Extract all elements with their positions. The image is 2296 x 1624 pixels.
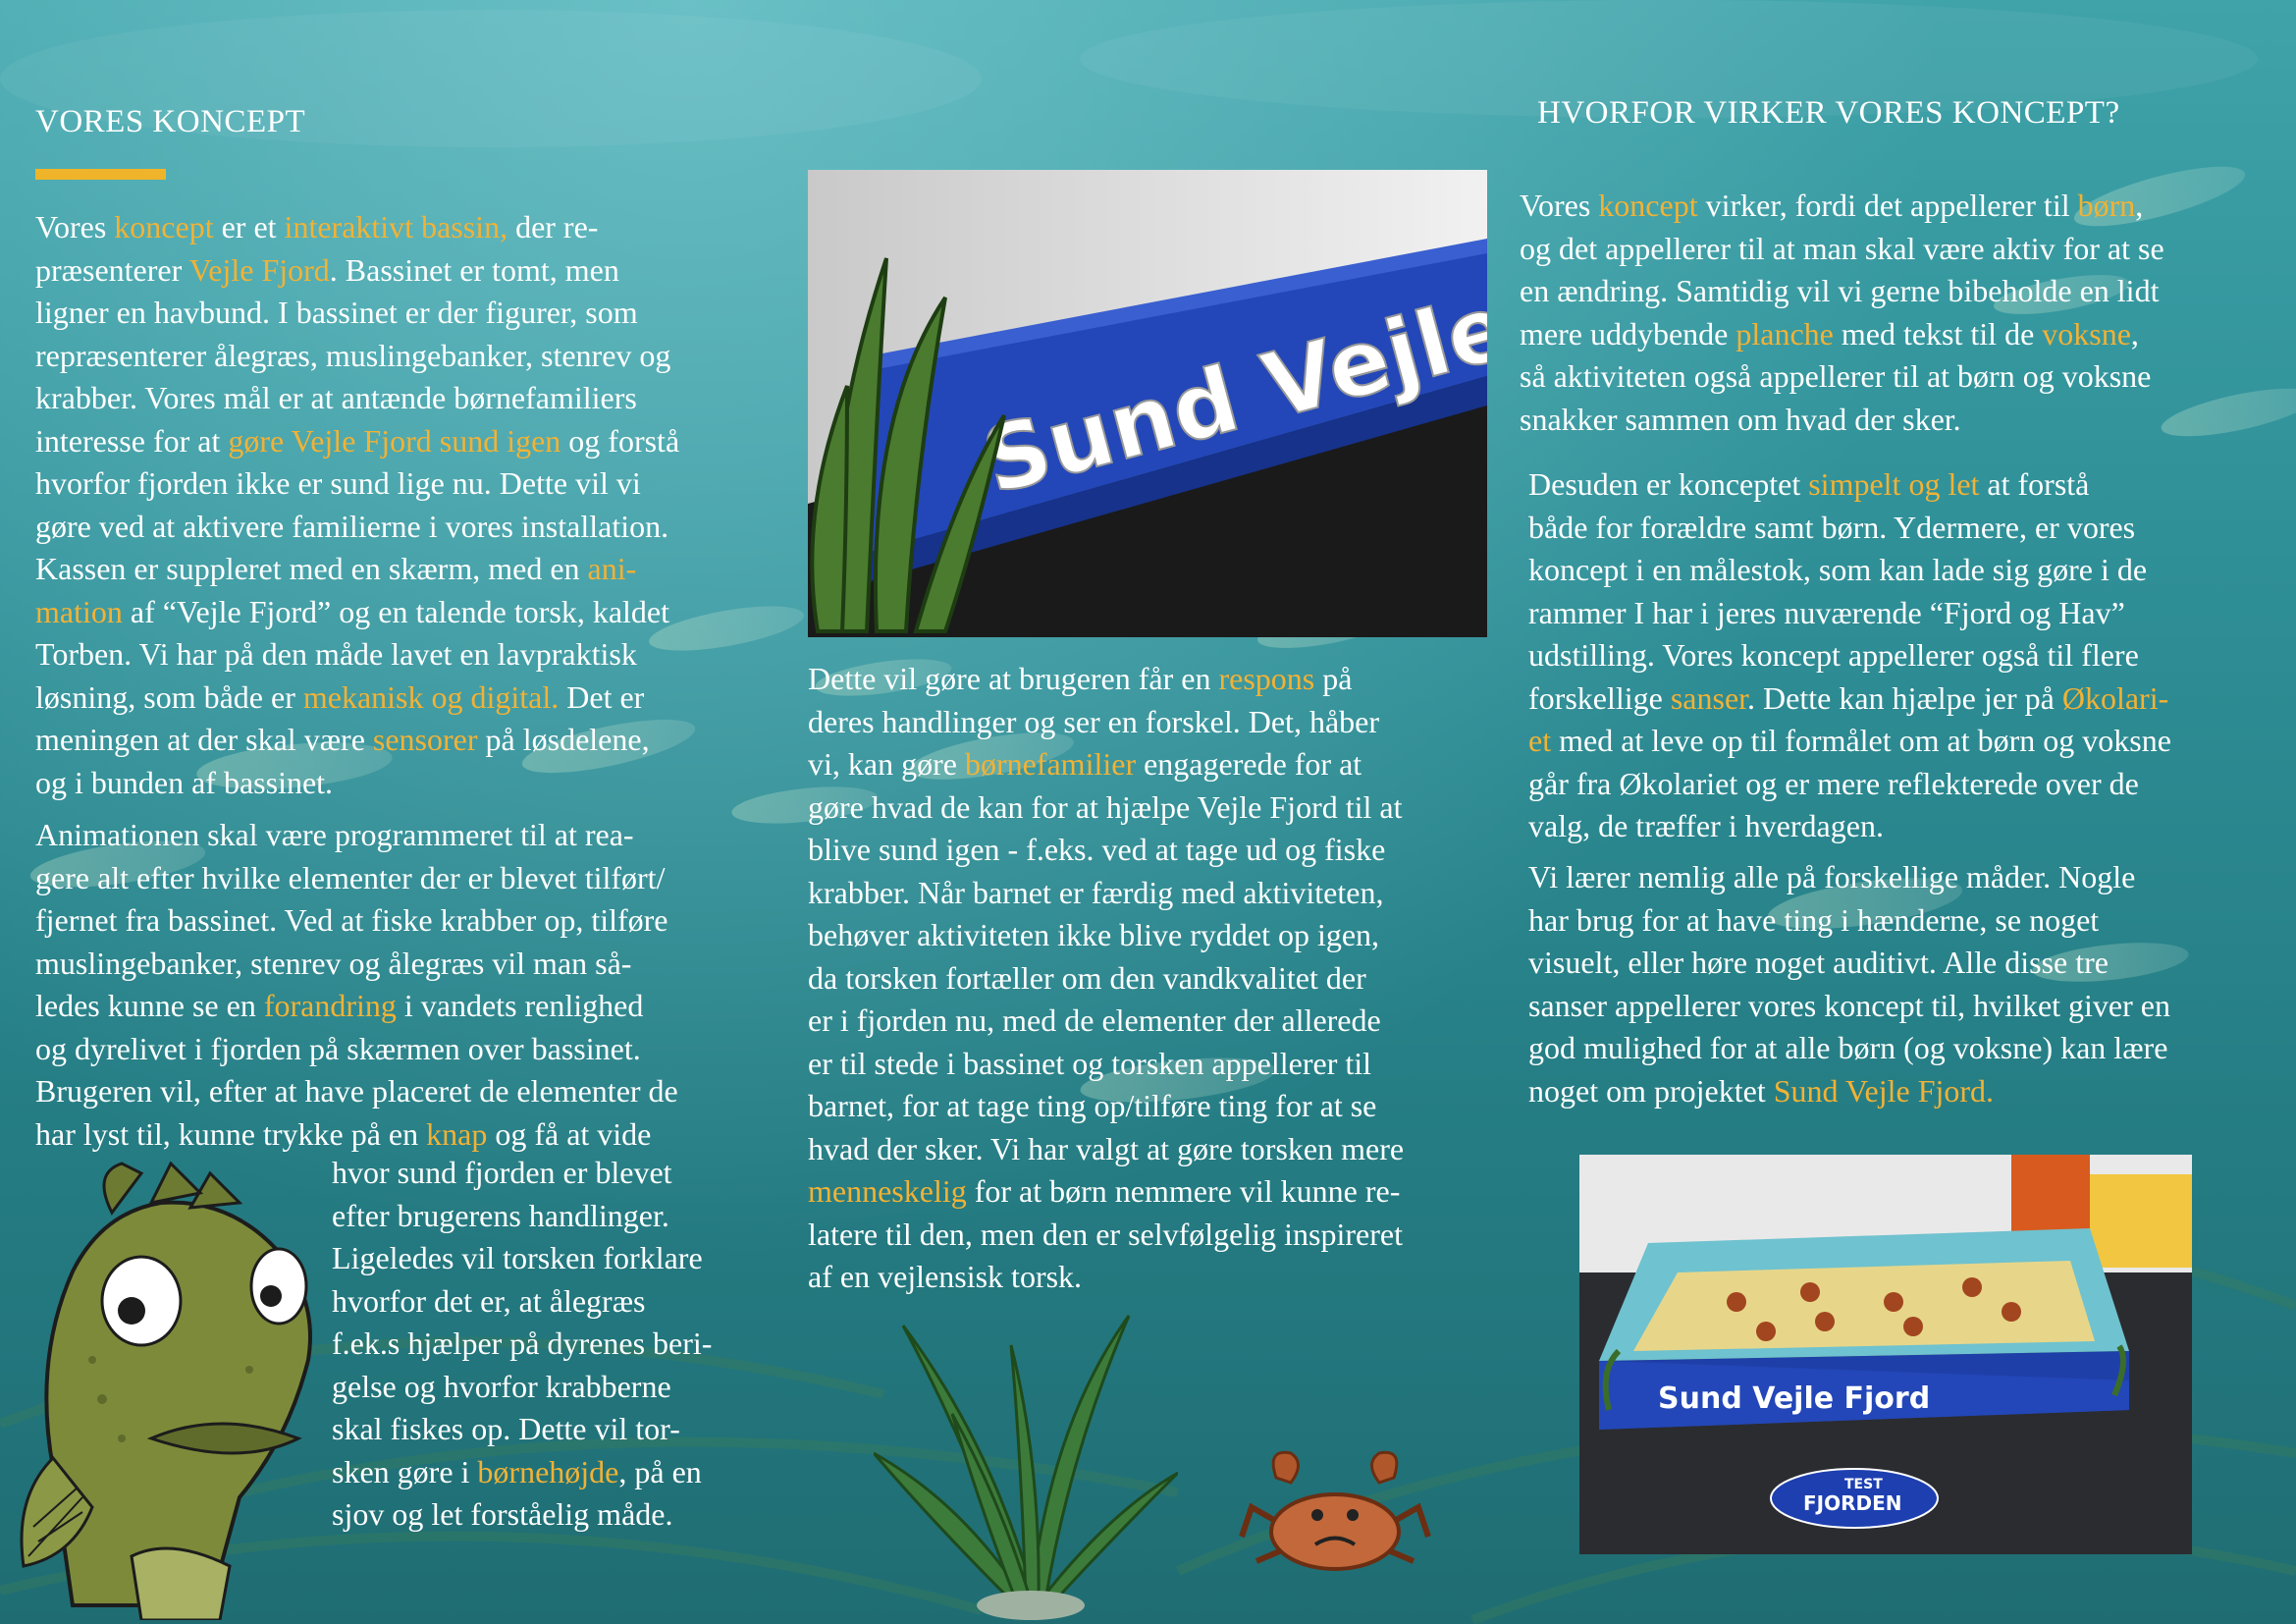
body-text: engagerede for at gøre hvad de kan for a…: [808, 746, 1405, 1166]
highlight-text: menneskelig: [808, 1173, 967, 1209]
body-text: Desuden er konceptet: [1528, 466, 1809, 502]
body-text: Dette vil gøre at brugeren får en: [808, 661, 1219, 696]
body-text: med at leve op til formålet om at børn o…: [1528, 723, 2171, 843]
body-text: er et: [213, 209, 285, 244]
body-text: og få at vide: [487, 1115, 652, 1152]
body-text: Vores: [1520, 188, 1599, 223]
basin-photo: Sund Vejle Fjord TEST FJORDEN: [1579, 1155, 2192, 1554]
concept-text-column: Vores koncept er et interaktivt bassin, …: [35, 206, 762, 1165]
concept-paragraph-2: Animationen skal være programmeret til a…: [35, 814, 762, 1156]
basin-box-label: Sund Vejle Fjord: [1658, 1381, 1930, 1416]
highlight-text: simpelt og let: [1808, 466, 1980, 502]
body-text: Vores: [35, 209, 115, 244]
eelgrass-illustration: [874, 1306, 1178, 1624]
highlight-text: sensorer: [372, 722, 478, 757]
cod-fish-illustration: [14, 1144, 328, 1620]
highlight-text: voksne: [2042, 315, 2131, 352]
body-text: med tekst til de: [1833, 315, 2043, 352]
highlight-text: børnehøjde: [477, 1453, 619, 1489]
lid-label-fjorden: FJORDEN: [1803, 1491, 1902, 1515]
highlight-text: gøre Vejle Fjord sund igen: [228, 422, 561, 459]
highlight-text: sanser: [1670, 679, 1748, 716]
highlight-text: børnefamilier: [964, 746, 1137, 782]
body-text: at forstå både for forældre samt børn. Y…: [1528, 466, 2148, 716]
concept-paragraph-3: hvor sund fjorden er blevet efter bruger…: [332, 1152, 764, 1537]
body-text: . Dette kan hjælpe jer på: [1747, 679, 2062, 716]
highlight-text: knap: [426, 1115, 488, 1152]
body-text: virker, fordi det appellerer til: [1697, 188, 2078, 223]
highlight-text: koncept: [1598, 188, 1698, 223]
highlight-text: Sund Vejle Fjord.: [1773, 1072, 1995, 1109]
highlight-text: børn: [2077, 188, 2136, 223]
crab-illustration: [1237, 1438, 1433, 1576]
highlight-text: planche: [1735, 315, 1834, 352]
highlight-text: koncept: [114, 209, 214, 244]
section-heading-why: HVORFOR VIRKER VORES KONCEPT?: [1537, 95, 2120, 131]
why-paragraph-1: Vores koncept virker, fordi det appeller…: [1520, 185, 2266, 441]
lid-label-test: TEST: [1844, 1477, 1883, 1492]
highlight-text: respons: [1218, 661, 1315, 696]
body-text: hvor sund fjorden er blevet efter bruger…: [332, 1155, 713, 1489]
concept-paragraph-1: Vores koncept er et interaktivt bassin, …: [35, 206, 762, 804]
highlight-text: forandring: [263, 988, 397, 1023]
response-text-column: Dette vil gøre at brugeren får en respon…: [808, 658, 1495, 1299]
heading-underline: [35, 169, 166, 180]
highlight-text: mekanisk og digital.: [302, 678, 560, 715]
why-paragraph-3: Vi lærer nemlig alle på forskellige måde…: [1528, 856, 2274, 1112]
sign-photo: Sund Vejle Fj: [808, 170, 1487, 637]
why-paragraph-2: Desuden er konceptet simpelt og let at f…: [1528, 463, 2274, 848]
body-text: Vi lærer nemlig alle på forskellige måde…: [1528, 859, 2170, 1109]
highlight-text: Vejle Fjord: [188, 251, 330, 288]
section-heading-concept: VORES KONCEPT: [35, 104, 306, 139]
highlight-text: interaktivt bassin,: [284, 209, 508, 244]
